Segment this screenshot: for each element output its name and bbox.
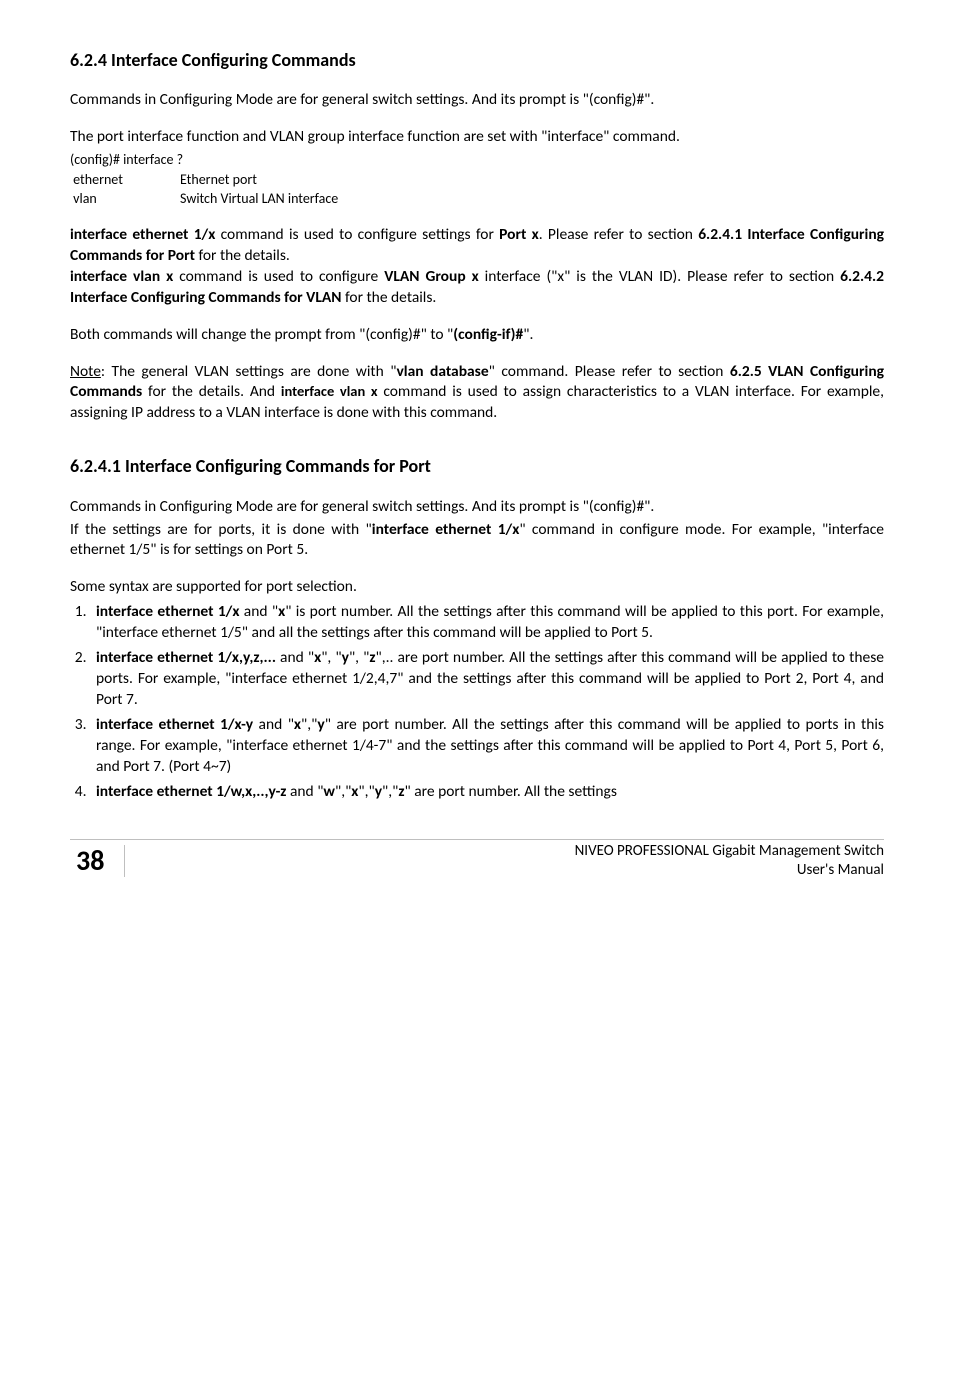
text-run: and " bbox=[286, 782, 323, 801]
body-paragraph: The port interface function and VLAN gro… bbox=[70, 127, 884, 148]
body-paragraph: interface ethernet 1/x command is used t… bbox=[70, 225, 884, 309]
command-name: interface ethernet 1/x,y,z,... bbox=[96, 648, 276, 667]
text-run: "," bbox=[382, 782, 398, 801]
text-run: command is used to configure settings fo… bbox=[215, 225, 499, 244]
text-run: " command. Please refer to section bbox=[489, 362, 730, 381]
list-item: interface ethernet 1/x-y and "x","y" are… bbox=[90, 715, 884, 778]
body-paragraph: If the settings are for ports, it is don… bbox=[70, 520, 884, 562]
vlan-label: VLAN Group x bbox=[384, 267, 479, 286]
port-label: Port x bbox=[499, 225, 539, 244]
var: x bbox=[294, 715, 301, 734]
text-run: interface ("x" is the VLAN ID). Please r… bbox=[479, 267, 840, 286]
code-left: vlan bbox=[70, 189, 180, 209]
body-paragraph: Commands in Configuring Mode are for gen… bbox=[70, 497, 884, 518]
var: y bbox=[317, 715, 324, 734]
command-name: interface ethernet 1/x-y bbox=[96, 715, 253, 734]
note-paragraph: Note: The general VLAN settings are done… bbox=[70, 362, 884, 425]
text-run: ". bbox=[523, 325, 533, 344]
var: w bbox=[323, 782, 335, 801]
syntax-list: interface ethernet 1/x and "x" is port n… bbox=[70, 602, 884, 802]
text-run: : The general VLAN settings are done wit… bbox=[101, 362, 397, 381]
list-item: interface ethernet 1/x,y,z,... and "x", … bbox=[90, 648, 884, 711]
body-paragraph: Commands in Configuring Mode are for gen… bbox=[70, 90, 884, 111]
text-run: ", " bbox=[321, 648, 341, 667]
command-name: interface ethernet 1/x bbox=[372, 520, 520, 539]
text-run: Both commands will change the prompt fro… bbox=[70, 325, 453, 344]
note-label: Note bbox=[70, 362, 101, 381]
footer-text: NIVEO PROFESSIONAL Gigabit Management Sw… bbox=[125, 842, 884, 881]
code-line: (config)# interface ? bbox=[70, 150, 884, 170]
text-run: "," bbox=[358, 782, 374, 801]
list-item: interface ethernet 1/w,x,..,y-z and "w",… bbox=[90, 782, 884, 803]
code-right: Switch Virtual LAN interface bbox=[180, 190, 338, 207]
code-block: (config)# interface ? ethernetEthernet p… bbox=[70, 150, 884, 209]
code-line: vlanSwitch Virtual LAN interface bbox=[70, 189, 884, 209]
footer-subtitle: User's Manual bbox=[797, 861, 884, 879]
var: y bbox=[375, 782, 382, 801]
text-run: command is used to configure bbox=[173, 267, 384, 286]
code-left: ethernet bbox=[70, 170, 180, 190]
text-run: " are port number. All the settings bbox=[405, 782, 617, 801]
section-heading-624: 6.2.4 Interface Configuring Commands bbox=[70, 48, 884, 72]
text-run: . Please refer to section bbox=[539, 225, 698, 244]
command-name: interface vlan x bbox=[70, 267, 173, 286]
section-heading-6241: 6.2.4.1 Interface Configuring Commands f… bbox=[70, 454, 884, 478]
body-paragraph: Both commands will change the prompt fro… bbox=[70, 325, 884, 346]
code-line: ethernetEthernet port bbox=[70, 170, 884, 190]
text-run: for the details. bbox=[342, 288, 437, 307]
text-run: and " bbox=[253, 715, 294, 734]
prompt-text: (config-if)# bbox=[453, 325, 523, 344]
text-run: for the details. And bbox=[142, 382, 281, 401]
text-run: "," bbox=[301, 715, 317, 734]
page-footer: 38 NIVEO PROFESSIONAL Gigabit Management… bbox=[70, 839, 884, 881]
body-paragraph: Some syntax are supported for port selec… bbox=[70, 577, 884, 598]
code-right: Ethernet port bbox=[180, 171, 257, 188]
command-name: vlan database bbox=[396, 362, 488, 381]
text-run: If the settings are for ports, it is don… bbox=[70, 520, 372, 539]
text-run: "," bbox=[335, 782, 351, 801]
text-run: and " bbox=[276, 648, 314, 667]
command-name: interface ethernet 1/x bbox=[96, 602, 239, 621]
page-number: 38 bbox=[70, 845, 125, 877]
list-item: interface ethernet 1/x and "x" is port n… bbox=[90, 602, 884, 644]
command-name: interface ethernet 1/w,x,..,y-z bbox=[96, 782, 286, 801]
var: y bbox=[342, 648, 349, 667]
text-run: ", " bbox=[349, 648, 369, 667]
text-run: and " bbox=[239, 602, 278, 621]
footer-title: NIVEO PROFESSIONAL Gigabit Management Sw… bbox=[575, 842, 884, 860]
command-name: interface ethernet 1/x bbox=[70, 225, 215, 244]
text-run: for the details. bbox=[195, 246, 290, 265]
command-name: interface vlan x bbox=[281, 382, 378, 400]
